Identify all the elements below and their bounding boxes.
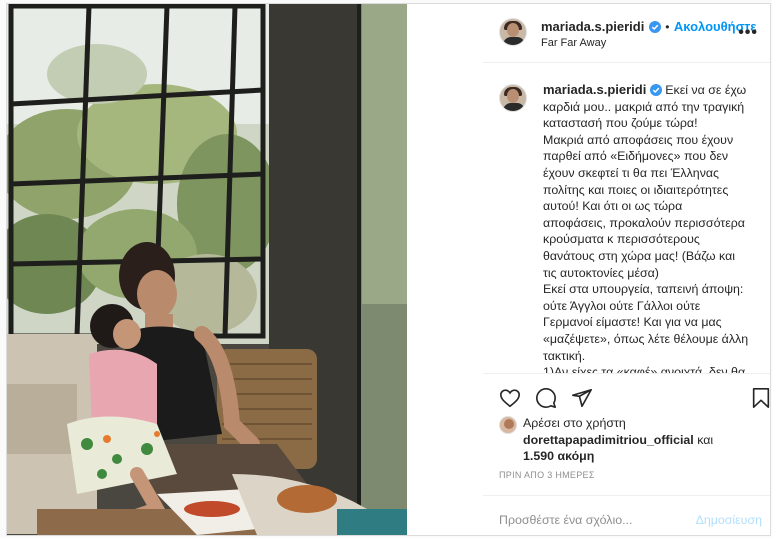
comment-input[interactable]: Προσθέστε ένα σχόλιο... [499, 513, 632, 527]
caption-line: καρδιά μου.. μακριά από την τραγική [543, 99, 745, 114]
author-username[interactable]: mariada.s.pieridi [541, 19, 644, 34]
likes-count[interactable]: 1.590 ακόμη [523, 449, 594, 463]
share-paper-plane-icon[interactable] [571, 387, 593, 409]
post-header: mariada.s.pieridi • Ακολουθήστε Far Far … [483, 4, 770, 63]
action-bar [483, 378, 770, 418]
caption-line: καταστασή που ζούμε τώρα! [543, 116, 698, 131]
caption-line: ούτε Άγγλοι ούτε Γάλλοι ούτε [543, 298, 701, 313]
comment-bubble-icon[interactable] [535, 387, 557, 409]
caption-line: έχουν σκεφτεί τι θα πει Έλληνας [543, 165, 720, 180]
caption-line: τις αυτοκτονίες μέσα) [543, 265, 659, 280]
caption-area: mariada.s.pieridi Εκεί να σε έχω καρδιά … [483, 62, 770, 374]
liker-username[interactable]: dorettapapadimitriou_official [523, 433, 694, 447]
save-bookmark-icon[interactable] [751, 387, 771, 409]
more-options-icon[interactable]: ••• [738, 24, 758, 42]
likes-and: και [697, 432, 714, 447]
post-timestamp[interactable]: ΠΡΙΝ ΑΠΟ 3 ΗΜΕΡΕΣ [499, 470, 595, 480]
location-link[interactable]: Far Far Away [541, 37, 606, 49]
post-photo-illustration [7, 4, 407, 535]
caption-line: αποφάσεις, προκαλούν περισσότερα [543, 215, 745, 230]
caption-line: Μακριά από αποφάσεις που έχουν [543, 132, 734, 147]
liker-avatar[interactable] [499, 416, 517, 434]
caption-line: Εκεί να σε έχω [665, 83, 747, 97]
comment-box: Προσθέστε ένα σχόλιο... Δημοσίευση [483, 495, 770, 538]
instagram-post: mariada.s.pieridi • Ακολουθήστε Far Far … [6, 3, 771, 536]
post-side-panel: mariada.s.pieridi • Ακολουθήστε Far Far … [483, 4, 770, 535]
caption-line: κρούσματα κ περισσότερους [543, 232, 700, 247]
caption-line: «μαζέψετε», όπως λέτε θέλουμε άλλη [543, 331, 749, 346]
like-heart-icon[interactable] [499, 387, 521, 409]
post-comment-button[interactable]: Δημοσίευση [696, 513, 762, 527]
caption-author-avatar[interactable] [499, 84, 527, 112]
caption-line: αυτού! Και ότι οι ως τώρα [543, 199, 683, 214]
separator-dot: • [665, 20, 670, 34]
likes-text: Αρέσει στο χρήστη dorettapapadimitriou_o… [523, 415, 753, 465]
caption-line: πολίτης και ποιες οι ιδιαιτερότητες [543, 182, 729, 197]
caption-line: Γερμανοί είμαστε! Και για να μας [543, 315, 722, 330]
caption-username[interactable]: mariada.s.pieridi [543, 82, 646, 97]
caption-line: τακτική. [543, 348, 586, 363]
caption-line: θανάτους στη χώρα μας! (Βάζω και [543, 248, 736, 263]
likes-prefix: Αρέσει στο χρήστη [523, 416, 626, 430]
author-line: mariada.s.pieridi • Ακολουθήστε [541, 18, 756, 36]
caption-text: mariada.s.pieridi Εκεί να σε έχω καρδιά … [543, 82, 761, 374]
caption-line: Εκεί στα υπουργεία, ταπεινή άποψη: [543, 282, 744, 297]
verified-badge-icon [648, 21, 661, 33]
author-avatar[interactable] [499, 18, 527, 46]
caption-verified-badge-icon [649, 84, 662, 96]
caption-line: 1)Αν είχες τα «καφέ» ανοιχτά, δεν θα [543, 365, 746, 374]
post-photo[interactable] [7, 4, 407, 535]
caption-line: παρθεί από «Ειδήμονες» που δεν [543, 149, 729, 164]
